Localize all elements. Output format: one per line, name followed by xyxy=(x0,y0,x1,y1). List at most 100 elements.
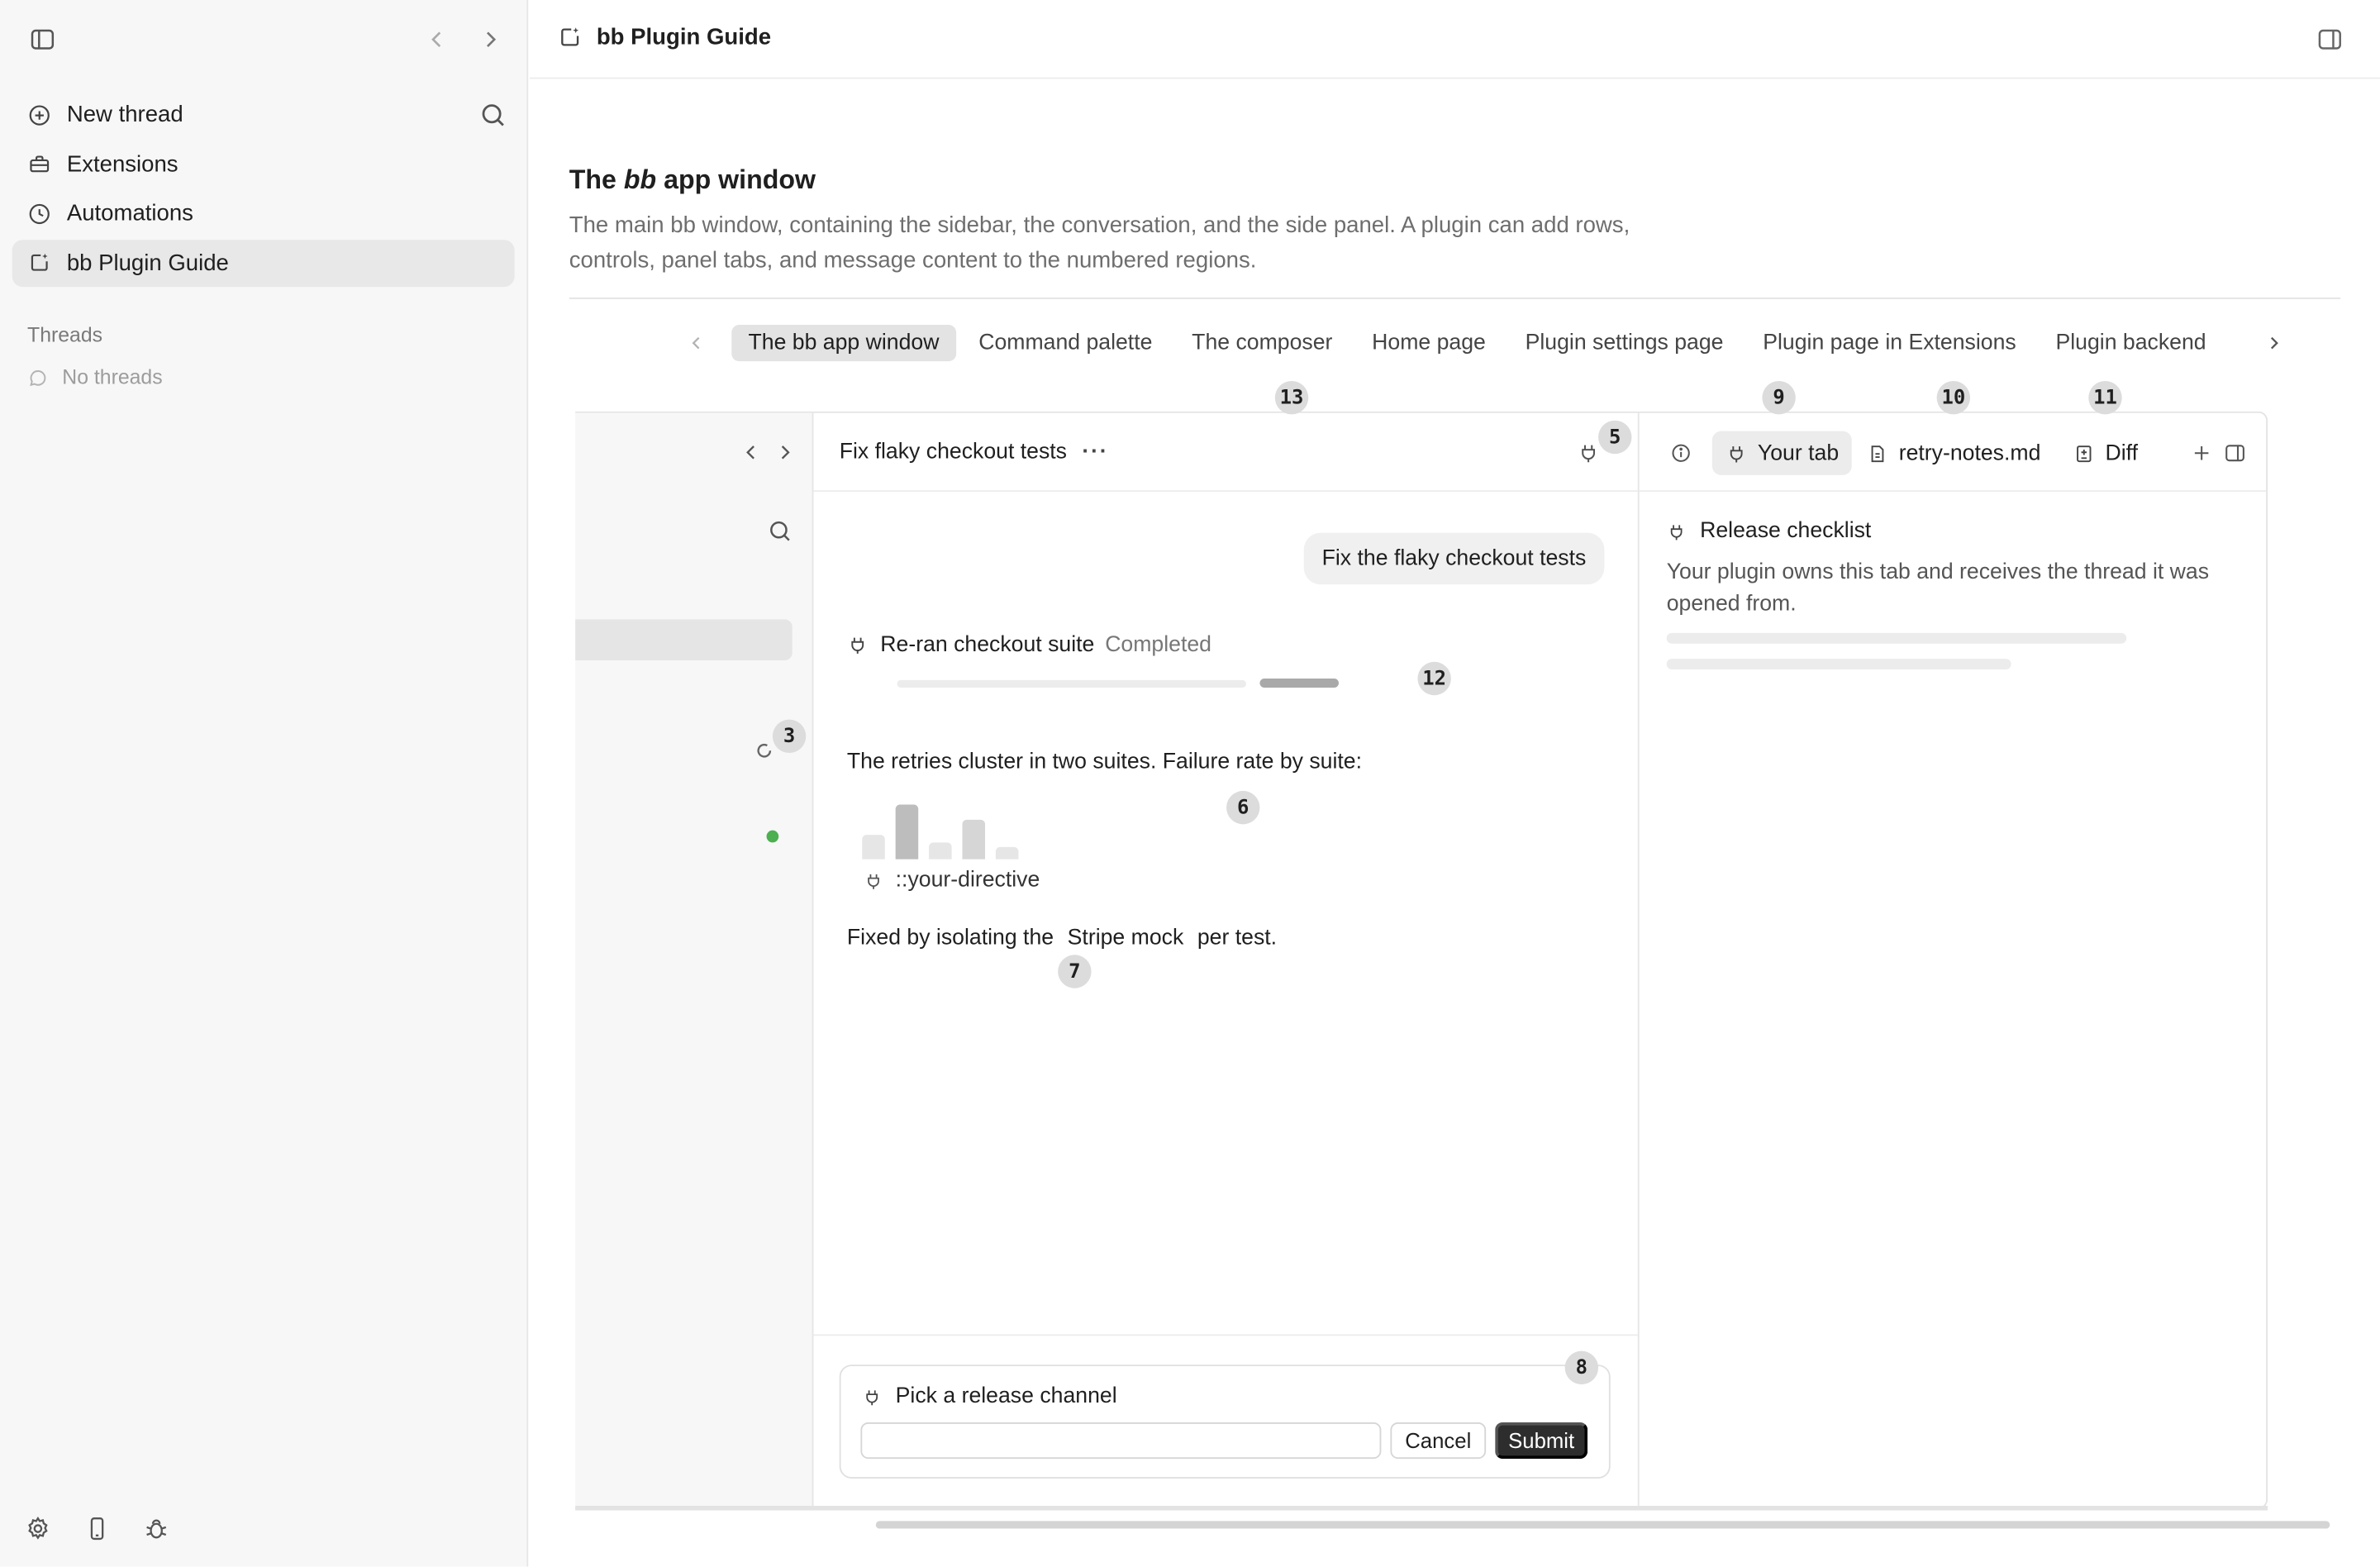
conversation-title: Fix flaky checkout tests ··· xyxy=(840,441,1109,464)
failure-rate-bar xyxy=(995,846,1019,860)
plus-circle-icon xyxy=(29,104,50,125)
plugin-icon xyxy=(1670,524,1683,540)
tab-home-page[interactable]: Home page xyxy=(1355,325,1502,361)
progress-indicator xyxy=(1259,679,1339,688)
sidebar-item-extensions[interactable]: Extensions xyxy=(12,141,515,188)
failure-rate-chart xyxy=(862,804,1029,860)
task-status: Completed xyxy=(1105,632,1212,658)
region-badge-7: 7 xyxy=(1058,955,1092,988)
task-row[interactable]: Re-ran checkout suite Completed xyxy=(847,633,1211,657)
fix-text-prefix: Fixed by isolating the xyxy=(846,926,1054,950)
tab-composer[interactable]: The composer xyxy=(1175,325,1349,361)
failure-rate-bar xyxy=(962,819,986,860)
skeleton-line xyxy=(1666,659,2011,669)
conversation-title-label: Fix flaky checkout tests xyxy=(839,440,1067,465)
heading-prefix: The xyxy=(569,164,624,195)
sidebar-footer xyxy=(24,1515,169,1542)
tabs-prev-icon[interactable] xyxy=(680,326,713,360)
threads-empty-label: No threads xyxy=(62,365,163,389)
task-title: Re-ran checkout suite xyxy=(880,632,1095,658)
tab-command-palette[interactable]: Command palette xyxy=(962,325,1169,361)
plugin-icon[interactable] xyxy=(1577,441,1600,464)
tab-plugin-backend[interactable]: Plugin backend xyxy=(2039,325,2223,361)
top-bar: bb Plugin Guide xyxy=(530,0,2380,79)
panel-tab-label: Your tab xyxy=(1757,441,1840,465)
file-icon xyxy=(1871,445,1884,462)
assistant-fix-note: Fixed by isolating the Stripe mock per t… xyxy=(847,926,1277,950)
sidebar-item-plugin-guide[interactable]: bb Plugin Guide xyxy=(12,239,515,287)
submit-button[interactable]: Submit xyxy=(1495,1422,1588,1460)
info-icon[interactable] xyxy=(1669,441,1692,464)
composer: Pick a release channel Cancel Submit xyxy=(813,1334,1638,1507)
composer-prompt: Pick a release channel xyxy=(862,1384,1117,1408)
threads-heading: Threads xyxy=(27,323,103,346)
status-dot xyxy=(766,830,779,843)
composer-card: Pick a release channel Cancel Submit xyxy=(839,1365,1611,1479)
app-root: New thread Extensions Automations bb Plu… xyxy=(0,0,2380,1567)
progress-track xyxy=(897,679,1246,688)
clock-icon xyxy=(29,203,50,224)
cancel-button[interactable]: Cancel xyxy=(1390,1422,1487,1460)
tab-app-window[interactable]: The bb app window xyxy=(731,325,956,362)
conversation-header: Fix flaky checkout tests ··· xyxy=(813,413,1638,493)
plugin-page-icon xyxy=(561,27,579,46)
region-badge-9: 9 xyxy=(1762,381,1796,415)
user-message: Fix the flaky checkout tests xyxy=(1303,532,1605,585)
side-panel-header: Your tab retry-notes.md Diff xyxy=(1639,413,2267,493)
panel-content-title: Release checklist xyxy=(1667,519,1871,544)
page-title-label: bb Plugin Guide xyxy=(596,24,772,50)
assistant-summary: The retries cluster in two suites. Failu… xyxy=(846,750,1363,774)
phone-icon[interactable] xyxy=(83,1515,111,1542)
panel-tab-retry-notes[interactable]: retry-notes.md xyxy=(1854,431,2054,475)
search-icon[interactable] xyxy=(767,517,794,545)
main-content: bb Plugin Guide The bb app window The ma… xyxy=(530,0,2380,1566)
sidebar-item-new-thread[interactable]: New thread xyxy=(12,91,515,138)
side-panel-toggle-icon[interactable] xyxy=(2224,441,2247,464)
side-panel-toggle-icon[interactable] xyxy=(2316,26,2344,53)
add-tab-icon[interactable] xyxy=(2190,441,2213,464)
mock-conversation: Fix flaky checkout tests ··· Fix the fla… xyxy=(813,413,1638,1507)
sidebar: New thread Extensions Automations bb Plu… xyxy=(0,0,529,1567)
sidebar-item-label: Automations xyxy=(66,200,193,227)
region-badge-5: 5 xyxy=(1598,420,1632,455)
guide-tabs: The bb app window Command palette The co… xyxy=(680,323,2290,363)
back-arrow-icon[interactable] xyxy=(739,441,763,464)
more-options-icon[interactable]: ··· xyxy=(1082,441,1108,464)
heading-emphasis: bb xyxy=(623,164,657,195)
panel-content-description: Your plugin owns this tab and receives t… xyxy=(1666,560,2210,616)
tab-plugin-page-extensions[interactable]: Plugin page in Extensions xyxy=(1746,325,2033,361)
panel-tab-label: retry-notes.md xyxy=(1898,441,2041,465)
release-channel-input[interactable] xyxy=(860,1422,1382,1460)
panel-tab-diff[interactable]: Diff xyxy=(2059,431,2151,475)
forward-arrow-icon[interactable] xyxy=(472,21,508,58)
section-description: The main bb window, containing the sideb… xyxy=(569,212,1630,274)
region-badge-8: 8 xyxy=(1564,1350,1599,1385)
sidebar-item-automations[interactable]: Automations xyxy=(12,190,515,237)
failure-rate-bar xyxy=(895,804,919,860)
loading-spinner-icon xyxy=(754,741,774,760)
tabs-next-icon[interactable] xyxy=(2256,326,2289,360)
region-badge-6: 6 xyxy=(1226,790,1260,825)
gear-icon[interactable] xyxy=(24,1515,51,1542)
region-badge-11: 11 xyxy=(2088,381,2122,415)
sidebar-toggle-icon[interactable] xyxy=(24,21,60,58)
failure-rate-bar xyxy=(929,842,952,860)
mock-sidebar xyxy=(575,412,814,1507)
plugin-icon xyxy=(851,637,864,654)
fix-text-suffix: per test. xyxy=(1197,926,1278,950)
search-icon[interactable] xyxy=(478,100,509,131)
app-canvas: New thread Extensions Automations bb Plu… xyxy=(0,0,2380,1567)
back-arrow-icon[interactable] xyxy=(419,21,455,58)
forward-arrow-icon[interactable] xyxy=(773,441,797,464)
panel-tab-your-tab[interactable]: Your tab xyxy=(1711,431,1853,475)
sidebar-item-label: bb Plugin Guide xyxy=(66,250,229,276)
tab-plugin-settings[interactable]: Plugin settings page xyxy=(1508,325,1740,361)
plugin-icon xyxy=(868,873,879,888)
mock-nav-arrows xyxy=(739,441,797,464)
bug-icon[interactable] xyxy=(143,1515,170,1542)
plugin-page-icon xyxy=(31,254,48,272)
horizontal-scrollbar[interactable] xyxy=(875,1521,2330,1529)
mock-sidebar-row[interactable] xyxy=(575,619,793,660)
sidebar-toolbar xyxy=(0,0,528,79)
failure-rate-bar xyxy=(862,835,885,860)
